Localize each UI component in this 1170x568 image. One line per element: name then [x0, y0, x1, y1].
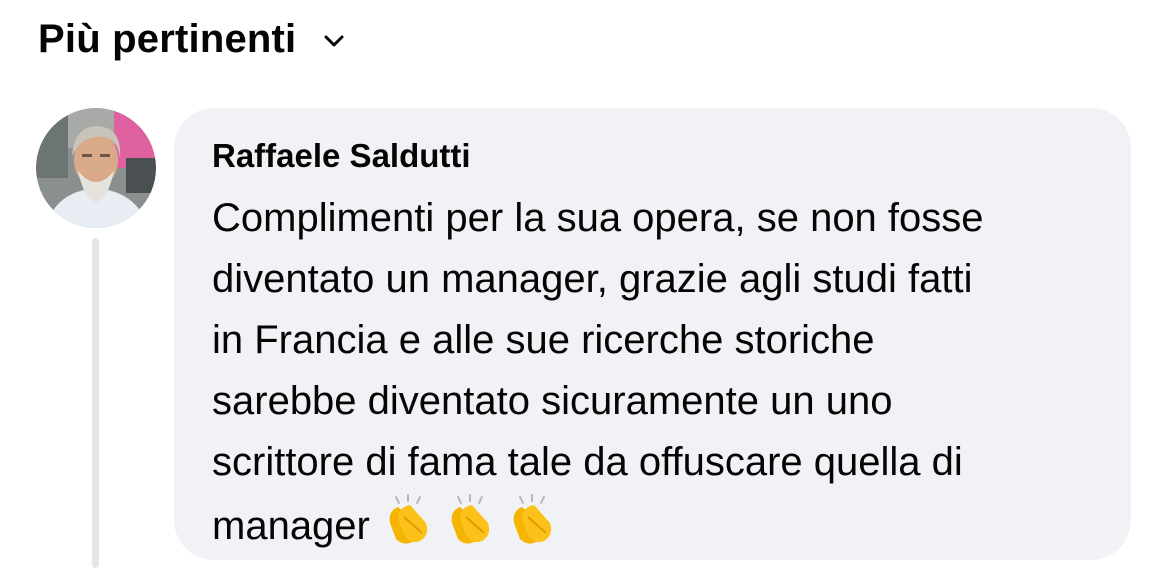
comment-bubble: Raffaele Saldutti Complimenti per la sua…	[174, 108, 1131, 560]
chevron-down-icon	[324, 35, 344, 47]
clapping-hands-emoji-icon	[513, 494, 552, 544]
avatar[interactable]	[36, 108, 156, 228]
thread-line	[92, 238, 99, 568]
clapping-hands-emoji-icon	[389, 494, 428, 544]
profile-photo	[36, 108, 156, 228]
comment-author[interactable]: Raffaele Saldutti	[212, 132, 471, 180]
sort-label: Più pertinenti	[38, 17, 297, 61]
comment-text: Complimenti per la sua opera, se non fos…	[212, 188, 1112, 557]
sort-dropdown[interactable]: Più pertinenti	[38, 10, 346, 68]
comment-body: Complimenti per la sua opera, se non fos…	[212, 196, 984, 548]
clapping-hands-emoji-icon	[451, 494, 490, 544]
